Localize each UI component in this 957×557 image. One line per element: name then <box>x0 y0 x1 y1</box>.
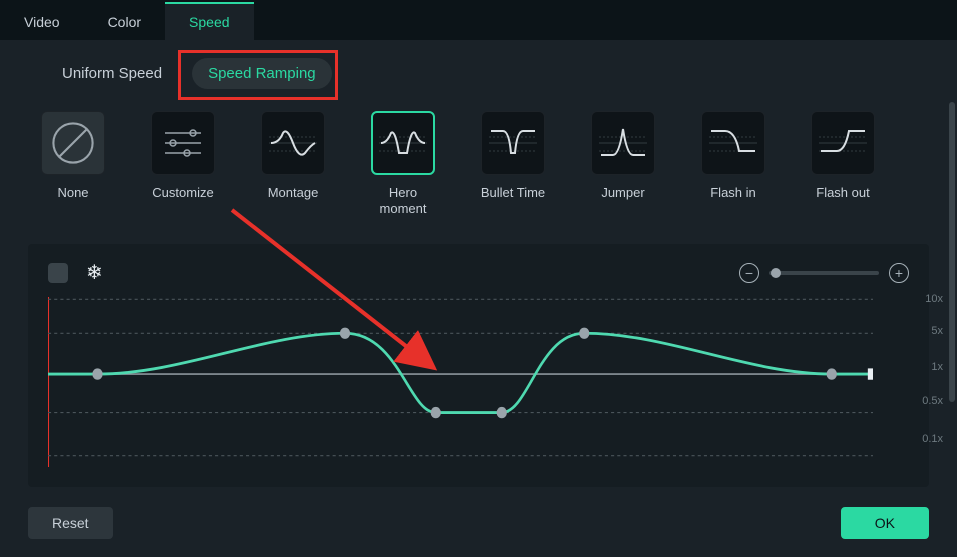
top-tab-bar: Video Color Speed <box>0 0 957 40</box>
preset-flash-in[interactable]: Flash in <box>694 111 772 216</box>
zoom-slider-handle[interactable] <box>771 268 781 278</box>
preset-label: Jumper <box>601 185 644 201</box>
y-tick-label: 5x <box>931 325 943 337</box>
preset-none[interactable]: None <box>34 111 112 216</box>
curve-editor-panel: ❄ − + 10x 5x 1x 0.5x 0.1x <box>28 244 929 487</box>
y-tick-label: 10x <box>925 293 943 305</box>
preset-flash-out[interactable]: Flash out <box>804 111 882 216</box>
vertical-scrollbar[interactable] <box>949 102 955 402</box>
subtab-uniform-speed[interactable]: Uniform Speed <box>46 58 178 89</box>
preset-jumper[interactable]: Jumper <box>584 111 662 216</box>
preset-label: Customize <box>152 185 213 201</box>
preset-bullet-time[interactable]: Bullet Time <box>474 111 552 216</box>
preset-label: Hero moment <box>364 185 442 216</box>
reset-button[interactable]: Reset <box>28 507 113 539</box>
tab-speed[interactable]: Speed <box>165 2 253 40</box>
hero-curve-icon <box>371 111 435 175</box>
y-tick-label: 0.1x <box>922 433 943 445</box>
preset-label: Flash in <box>710 185 756 201</box>
preset-montage[interactable]: Montage <box>254 111 332 216</box>
speed-curve-chart[interactable]: 10x 5x 1x 0.5x 0.1x <box>48 297 913 467</box>
preset-row: None Customize Montage Hero moment Bulle <box>0 105 957 232</box>
montage-curve-icon <box>261 111 325 175</box>
subtab-speed-ramping[interactable]: Speed Ramping <box>192 58 332 89</box>
curve-toolbar: ❄ − + <box>44 260 913 285</box>
none-icon <box>41 111 105 175</box>
ok-button[interactable]: OK <box>841 507 929 539</box>
preset-label: Bullet Time <box>481 185 545 201</box>
tab-color[interactable]: Color <box>84 4 165 40</box>
flashout-curve-icon <box>811 111 875 175</box>
sub-tab-row: Uniform Speed Speed Ramping <box>0 40 957 105</box>
preset-hero-moment[interactable]: Hero moment <box>364 111 442 216</box>
y-tick-label: 0.5x <box>922 395 943 407</box>
preset-customize[interactable]: Customize <box>144 111 222 216</box>
bottom-button-row: Reset OK <box>0 491 957 557</box>
curve-svg[interactable] <box>48 297 873 467</box>
toggle-square[interactable] <box>48 263 68 283</box>
jumper-curve-icon <box>591 111 655 175</box>
sliders-icon <box>151 111 215 175</box>
preset-label: Flash out <box>816 185 869 201</box>
tab-video[interactable]: Video <box>0 4 84 40</box>
y-tick-label: 1x <box>931 361 943 373</box>
zoom-in-button[interactable]: + <box>889 263 909 283</box>
bullet-curve-icon <box>481 111 545 175</box>
flashin-curve-icon <box>701 111 765 175</box>
preset-label: Montage <box>268 185 319 201</box>
zoom-out-button[interactable]: − <box>739 263 759 283</box>
preset-label: None <box>57 185 88 201</box>
snowflake-icon[interactable]: ❄ <box>86 260 103 285</box>
zoom-slider[interactable] <box>769 271 879 275</box>
